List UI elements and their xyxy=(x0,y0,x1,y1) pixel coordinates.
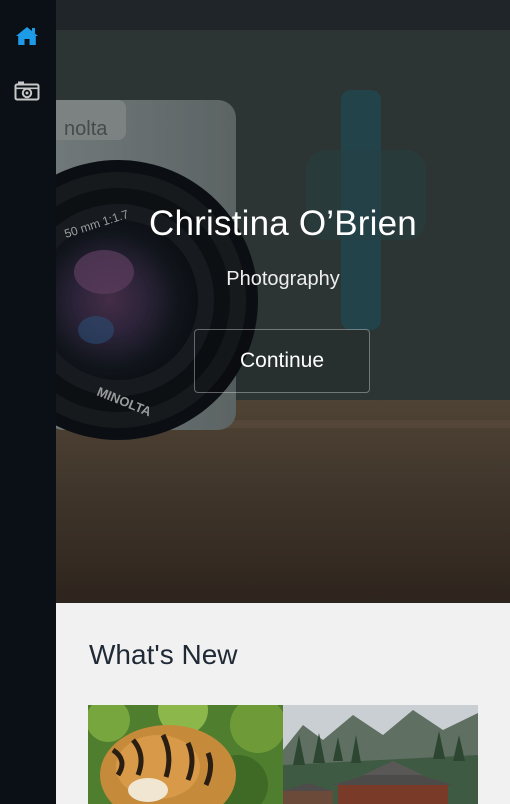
continue-button[interactable]: Continue xyxy=(194,329,370,393)
temple-thumbnail[interactable] xyxy=(283,705,478,804)
tiger-photo xyxy=(88,705,283,804)
sidebar xyxy=(0,0,56,804)
camera-nav-button[interactable] xyxy=(12,76,42,106)
home-icon xyxy=(16,27,38,45)
hero-title: Christina O’Brien xyxy=(149,204,417,243)
section-title: What's New xyxy=(89,639,238,670)
camera-icon xyxy=(14,81,40,101)
whats-new-section: What's New xyxy=(56,603,510,804)
hero-section: nolta 50 mm 1:1.7 MINOLTA Christina O’Br… xyxy=(56,0,510,603)
hero-subtitle: Photography xyxy=(226,268,340,290)
tiger-thumbnail[interactable] xyxy=(88,705,283,804)
hero-overlay xyxy=(56,0,510,603)
home-nav-button[interactable] xyxy=(12,21,42,51)
temple-photo xyxy=(283,705,478,804)
